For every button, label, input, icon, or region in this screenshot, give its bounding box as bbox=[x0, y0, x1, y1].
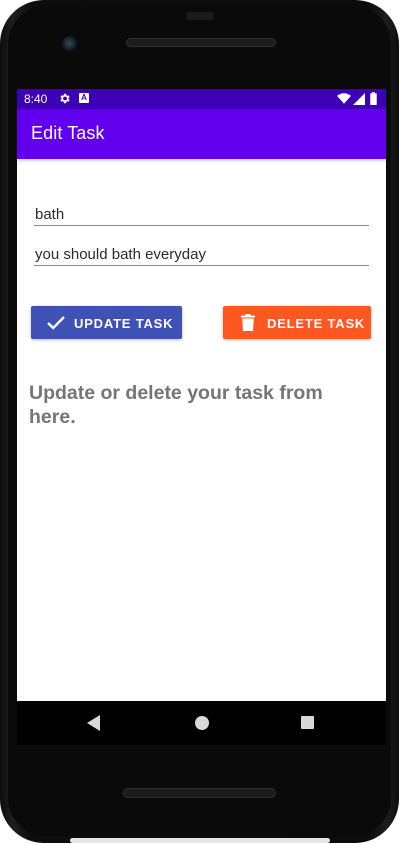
bottom-speaker bbox=[123, 788, 276, 798]
page-title: Edit Task bbox=[31, 123, 105, 143]
status-bar: 8:40 A bbox=[17, 89, 386, 109]
battery-icon bbox=[370, 92, 377, 105]
signal-icon bbox=[353, 93, 365, 105]
instruction-text: Update or delete your task from here. bbox=[29, 382, 323, 428]
delete-task-button[interactable]: DELETE TASK bbox=[223, 306, 371, 339]
phone-bottom-edge bbox=[70, 838, 330, 843]
app-screen: 8:40 A Edit Task UPDATE T bbox=[17, 89, 386, 701]
top-sensor bbox=[186, 12, 214, 20]
task-description-input[interactable] bbox=[34, 243, 369, 266]
task-title-input[interactable] bbox=[34, 203, 369, 226]
check-icon bbox=[47, 316, 65, 330]
delete-task-label: DELETE TASK bbox=[267, 316, 366, 331]
back-icon[interactable] bbox=[87, 715, 101, 731]
recents-icon[interactable] bbox=[301, 716, 314, 729]
phone-frame: 8:40 A Edit Task UPDATE T bbox=[0, 0, 401, 843]
wifi-icon bbox=[337, 93, 351, 104]
update-task-button[interactable]: UPDATE TASK bbox=[31, 306, 182, 339]
trash-icon bbox=[241, 314, 255, 331]
home-icon[interactable] bbox=[195, 716, 209, 730]
status-time: 8:40 bbox=[24, 92, 48, 106]
navigation-bar bbox=[17, 701, 386, 745]
front-camera bbox=[62, 36, 78, 52]
update-task-label: UPDATE TASK bbox=[74, 316, 174, 331]
app-bar: Edit Task bbox=[17, 109, 386, 159]
settings-icon bbox=[60, 93, 70, 104]
a-notification-icon: A bbox=[79, 93, 89, 103]
top-speaker bbox=[126, 38, 276, 47]
